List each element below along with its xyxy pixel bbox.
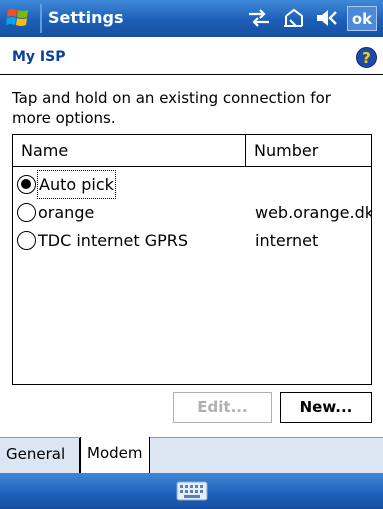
connectivity-icon[interactable] [246, 6, 272, 30]
connection-name: TDC internet GPRS [38, 231, 189, 250]
connection-number: internet [255, 231, 319, 250]
ok-button[interactable]: ok [347, 6, 377, 31]
column-header-number[interactable]: Number [246, 135, 371, 167]
radio-unselected-icon[interactable] [17, 203, 36, 222]
edit-button[interactable]: Edit... [173, 392, 272, 423]
new-button[interactable]: New... [280, 392, 372, 423]
tab-strip: General Modem [0, 437, 383, 474]
keyboard-icon[interactable] [176, 481, 208, 501]
tab-general[interactable]: General [0, 438, 80, 473]
connection-name: orange [38, 203, 95, 222]
tab-modem[interactable]: Modem [80, 437, 150, 474]
signal-off-icon[interactable] [280, 6, 306, 30]
volume-icon[interactable] [314, 6, 340, 30]
list-item[interactable]: orange web.orange.dk [13, 199, 371, 226]
windows-start-icon[interactable] [6, 6, 30, 30]
app-title: Settings [48, 8, 124, 27]
header-divider [0, 74, 383, 75]
title-separator [40, 4, 42, 33]
connection-name: Auto pick [37, 170, 116, 199]
list-item[interactable]: Auto pick [13, 170, 371, 199]
column-header-name[interactable]: Name [13, 135, 246, 167]
help-icon[interactable]: ? [356, 47, 377, 68]
radio-selected-icon[interactable] [17, 175, 36, 194]
connection-number: web.orange.dk [255, 203, 371, 222]
list-item[interactable]: TDC internet GPRS internet [13, 227, 371, 254]
connection-list[interactable]: Name Number Auto pick orange web.orange.… [12, 134, 372, 385]
radio-unselected-icon[interactable] [17, 231, 36, 250]
page-header: My ISP ? [0, 37, 383, 75]
instructions-text: Tap and hold on an existing connection f… [12, 89, 331, 127]
menu-bar [0, 473, 383, 509]
page-title: My ISP [12, 49, 66, 65]
title-bar: Settings ok [0, 0, 383, 37]
